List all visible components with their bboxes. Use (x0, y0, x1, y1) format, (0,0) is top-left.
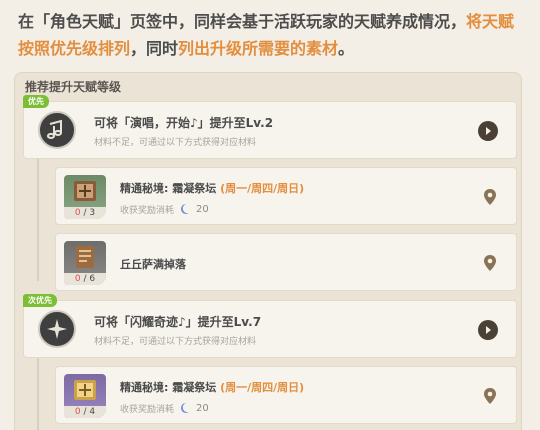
priority-tag: 次优先 (23, 294, 57, 307)
material-row[interactable]: 0 / 4 精通秘境: 霜凝祭坛 (周一/周四/周日) 收获奖励消耗 20 (55, 366, 517, 424)
count-need: 3 (89, 208, 96, 218)
cost-label: 收获奖励消耗 (120, 205, 175, 216)
material-source: 精通秘境: 霜凝祭坛 (周一/周四/周日) (120, 379, 304, 395)
material-row[interactable]: 0 / 6 丘丘萨满掉落 (55, 233, 517, 291)
play-arrow-icon[interactable] (478, 320, 498, 340)
resin-moon-icon (181, 204, 190, 214)
material-source: 精通秘境: 霜凝祭坛 (周一/周四/周日) (120, 180, 304, 196)
intro-highlight: 列出升级所需要的素材 (178, 39, 339, 58)
material-book-icon: 0 / 4 (64, 374, 106, 418)
panel-title: 推荐提升天赋等级 (25, 80, 122, 94)
cost-value: 20 (196, 402, 209, 414)
talent-name: 可将「闪耀奇迹♪」提升至Lv.7 (94, 315, 262, 329)
material-row[interactable]: 0 / 3 精通秘境: 霜凝祭坛 (周一/周四/周日) 收获奖励消耗 20 (55, 167, 517, 225)
count-need: 6 (89, 274, 96, 284)
source-name: 精通秘境: 霜凝祭坛 (120, 182, 217, 195)
material-count: 0 / 4 (64, 406, 106, 418)
tree-connector (37, 157, 39, 281)
count-have: 0 (74, 274, 81, 284)
talent-row[interactable]: 优先 可将「演唱，开始♪」提升至Lv.2 材料不足，可通过以下方式获得对应材料 (23, 95, 517, 159)
material-scroll-icon: 0 / 6 (64, 241, 106, 285)
location-pin-icon[interactable] (482, 254, 498, 272)
intro-segment: ，同时 (130, 39, 179, 58)
resin-moon-icon (181, 403, 190, 413)
count-have: 0 (74, 407, 81, 417)
sparkle-icon (38, 310, 76, 348)
source-name: 精通秘境: 霜凝祭坛 (120, 381, 217, 394)
resin-cost: 收获奖励消耗 20 (120, 401, 209, 415)
intro-segment: 。 (338, 39, 355, 58)
tree-connector (37, 356, 39, 430)
open-days: (周一/周四/周日) (220, 381, 305, 394)
material-count: 0 / 3 (64, 207, 106, 219)
material-count: 0 / 6 (64, 273, 106, 285)
cost-value: 20 (196, 203, 209, 215)
talent-name: 可将「演唱，开始♪」提升至Lv.2 (94, 116, 274, 130)
location-pin-icon[interactable] (482, 387, 498, 405)
talent-recommend-panel: 推荐提升天赋等级 优先 可将「演唱，开始♪」提升至Lv.2 材料不足，可通过以下… (14, 72, 522, 430)
intro-segment: 在「角色天赋」页签中，同样会基于活跃玩家的天赋养成情况， (18, 12, 467, 31)
talent-row[interactable]: 次优先 可将「闪耀奇迹♪」提升至Lv.7 材料不足，可通过以下方式获得对应材料 (23, 294, 517, 358)
count-have: 0 (74, 208, 81, 218)
location-pin-icon[interactable] (482, 188, 498, 206)
material-source: 丘丘萨满掉落 (120, 258, 186, 271)
intro-text: 在「角色天赋」页签中，同样会基于活跃玩家的天赋养成情况，将天赋按照优先级排列，同… (18, 8, 528, 62)
talent-hint: 材料不足，可通过以下方式获得对应材料 (94, 337, 257, 347)
music-note-icon (38, 111, 76, 149)
talent-hint: 材料不足，可通过以下方式获得对应材料 (94, 138, 257, 148)
cost-label: 收获奖励消耗 (120, 404, 175, 415)
count-need: 4 (89, 407, 96, 417)
open-days: (周一/周四/周日) (220, 182, 305, 195)
material-book-icon: 0 / 3 (64, 175, 106, 219)
priority-tag: 优先 (23, 95, 49, 108)
resin-cost: 收获奖励消耗 20 (120, 202, 209, 216)
play-arrow-icon[interactable] (478, 121, 498, 141)
